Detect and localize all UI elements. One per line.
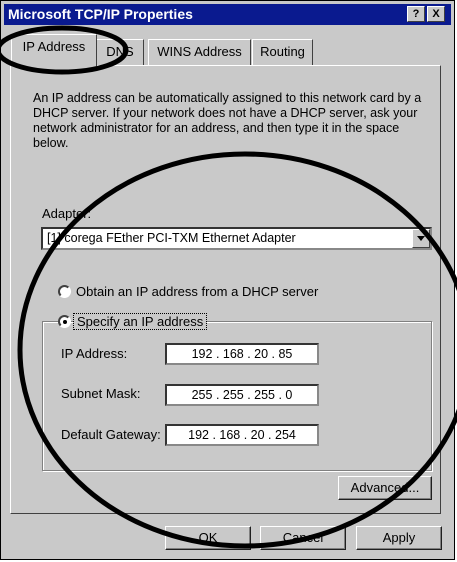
close-button[interactable]: X [427, 6, 445, 22]
adapter-value: [1] corega FEther PCI-TXM Ethernet Adapt… [47, 231, 296, 245]
radio-obtain-dhcp-label[interactable]: Obtain an IP address from a DHCP server [76, 284, 318, 299]
apply-button[interactable]: Apply [356, 526, 442, 550]
ip-address-label: IP Address: [61, 346, 128, 361]
ip-address-field[interactable]: 192 . 168 . 20 . 85 [165, 343, 319, 365]
chevron-down-icon [417, 236, 425, 241]
window-title: Microsoft TCP/IP Properties [8, 6, 193, 22]
tab-dns[interactable]: DNS [96, 39, 144, 65]
subnet-mask-label: Subnet Mask: [61, 386, 141, 401]
radio-specify-ip-label[interactable]: Specify an IP address [73, 313, 208, 330]
tab-ip-address[interactable]: IP Address [11, 34, 97, 66]
adapter-select[interactable]: [1] corega FEther PCI-TXM Ethernet Adapt… [41, 227, 432, 250]
default-gateway-label: Default Gateway: [61, 427, 161, 442]
tcpip-properties-dialog: Microsoft TCP/IP Properties ? X IP Addre… [0, 0, 455, 560]
ok-button[interactable]: OK [165, 526, 251, 550]
description-text: An IP address can be automatically assig… [33, 91, 422, 150]
tab-wins-address[interactable]: WINS Address [148, 39, 251, 65]
tab-routing[interactable]: Routing [252, 39, 313, 65]
advanced-button[interactable]: Advanced... [338, 476, 432, 500]
radio-obtain-dhcp[interactable] [58, 285, 71, 298]
cancel-button[interactable]: Cancel [260, 526, 346, 550]
default-gateway-field[interactable]: 192 . 168 . 20 . 254 [165, 424, 319, 446]
dropdown-arrow-button[interactable] [412, 229, 430, 248]
subnet-mask-field[interactable]: 255 . 255 . 255 . 0 [165, 384, 319, 406]
adapter-label: Adapter: [42, 206, 92, 221]
radio-specify-ip[interactable] [58, 315, 71, 328]
title-bar: Microsoft TCP/IP Properties ? X [4, 4, 451, 25]
help-button[interactable]: ? [407, 6, 425, 22]
